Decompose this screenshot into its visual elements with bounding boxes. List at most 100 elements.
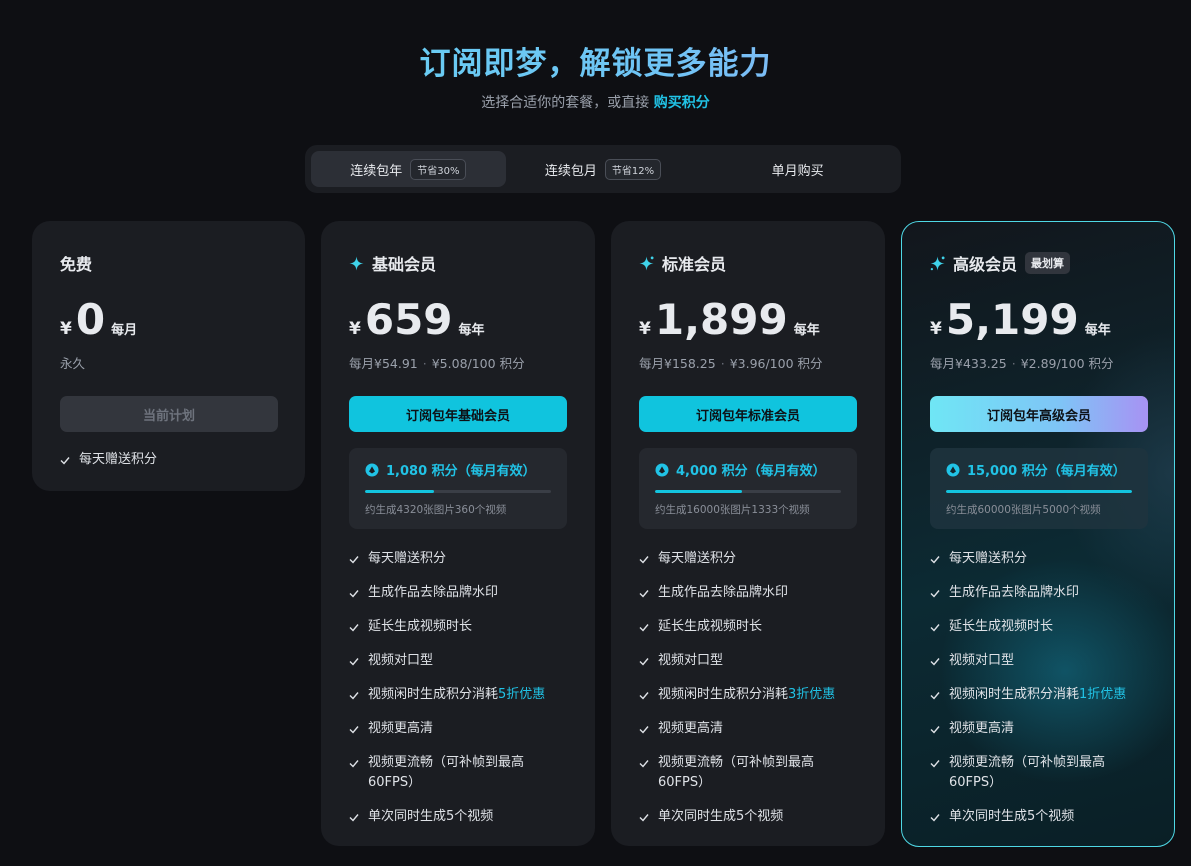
feature-text: 每天赠送积分	[949, 551, 1028, 566]
feature-text: 视频对口型	[949, 653, 1015, 668]
sparkle-icon	[349, 255, 364, 271]
feature-item: 视频更流畅（可补帧到最高60FPS）	[930, 753, 1146, 793]
coin-icon	[365, 463, 379, 476]
feature-item: 延长生成视频时长	[639, 617, 857, 637]
check-icon	[639, 624, 649, 632]
billing-tabs: 连续包年 节省30% 连续包月 节省12% 单月购买	[305, 145, 901, 193]
feature-list: 每天赠送积分 生成作品去除品牌水印 延长生成视频时长 视频对口型 视频闲时生成积…	[349, 549, 567, 827]
credits-panel: 1,080 积分（每月有效） 约生成4320张图片360个视频	[349, 448, 567, 529]
plan-name: 标准会员	[662, 255, 727, 274]
feature-text: 单次同时生成5个视频	[368, 809, 494, 824]
feature-text: 生成作品去除品牌水印	[658, 585, 789, 600]
feature-text-prefix: 视频闲时生成积分消耗	[949, 687, 1080, 702]
page-subtitle: 选择合适你的套餐，或直接 购买积分	[0, 92, 1191, 112]
feature-item: 视频对口型	[639, 651, 857, 671]
feature-item: 视频闲时生成积分消耗5折优惠	[349, 685, 567, 705]
coin-icon	[946, 463, 960, 476]
credits-amount: 4,000 积分（每月有效）	[676, 464, 826, 479]
plan-card-free: 免费 ¥ 0 每月 永久 当前计划 每天赠送积分	[32, 221, 305, 491]
tab-monthly[interactable]: 连续包月 节省12%	[506, 151, 701, 187]
price-note: 永久	[60, 356, 86, 371]
price-period: 每年	[1084, 323, 1111, 338]
plan-card-standard: 标准会员 ¥ 1,899 每年 每月¥158.25 · ¥3.96/100 积分 订…	[611, 221, 885, 846]
check-icon	[349, 814, 359, 822]
plan-name: 基础会员	[372, 255, 437, 274]
tab-label: 连续包年	[350, 163, 403, 179]
price-period: 每年	[458, 323, 485, 338]
check-icon	[930, 692, 940, 700]
feature-text: 延长生成视频时长	[949, 619, 1054, 634]
price-breakdown: 每月¥54.91 · ¥5.08/100 积分	[349, 353, 567, 372]
feature-text: 视频更高清	[949, 721, 1015, 736]
feature-text: 视频对口型	[658, 653, 724, 668]
check-icon	[639, 726, 649, 734]
feature-text: 生成作品去除品牌水印	[368, 585, 499, 600]
feature-item: 单次同时生成5个视频	[930, 807, 1146, 827]
price-breakdown: 每月¥433.25 · ¥2.89/100 积分	[930, 353, 1146, 372]
feature-text-prefix: 视频闲时生成积分消耗	[658, 687, 789, 702]
subscribe-premium-button[interactable]: 订阅包年高级会员	[930, 396, 1148, 432]
feature-text: 视频对口型	[368, 653, 434, 668]
pricing-page: 订阅即梦，解锁更多能力 选择合适你的套餐，或直接 购买积分 连续包年 节省30%…	[0, 0, 1191, 866]
credits-amount: 1,080 积分（每月有效）	[386, 464, 536, 479]
feature-list: 每天赠送积分 生成作品去除品牌水印 延长生成视频时长 视频对口型 视频闲时生成积…	[930, 549, 1146, 827]
price-amount: 0	[75, 295, 106, 344]
price-period: 每月	[111, 323, 138, 338]
discount-badge: 节省12%	[604, 158, 662, 180]
tab-label: 连续包月	[544, 163, 597, 179]
check-icon	[930, 726, 940, 734]
check-icon	[349, 760, 359, 768]
tab-single-month[interactable]: 单月购买	[700, 151, 895, 187]
feature-item: 单次同时生成5个视频	[639, 807, 857, 827]
currency-symbol: ¥	[349, 319, 361, 339]
credits-progress	[365, 490, 551, 493]
feature-text: 单次同时生成5个视频	[949, 809, 1075, 824]
tab-yearly[interactable]: 连续包年 节省30%	[311, 151, 506, 187]
plan-header: 基础会员	[349, 253, 567, 274]
best-value-badge: 最划算	[1025, 252, 1071, 274]
check-icon	[349, 624, 359, 632]
price-period: 每年	[793, 323, 820, 338]
separator-dot: ·	[1011, 356, 1016, 371]
check-icon	[60, 457, 70, 465]
feature-text: 每天赠送积分	[368, 551, 447, 566]
feature-item: 视频对口型	[930, 651, 1146, 671]
check-icon	[930, 658, 940, 666]
price-amount: 659	[364, 295, 453, 344]
check-icon	[639, 760, 649, 768]
subtitle-text: 选择合适你的套餐，或直接	[481, 95, 650, 111]
credits-estimate: 约生成16000张图片1333个视频	[655, 504, 810, 516]
plan-name: 高级会员	[953, 255, 1018, 274]
check-icon	[930, 556, 940, 564]
feature-text: 视频闲时生成积分消耗3折优惠	[658, 685, 835, 705]
feature-item: 生成作品去除品牌水印	[349, 583, 567, 603]
feature-text: 视频更高清	[368, 721, 434, 736]
currency-symbol: ¥	[639, 319, 651, 339]
check-icon	[639, 692, 649, 700]
price-amount: 1,899	[654, 295, 788, 344]
credits-estimate: 约生成60000张图片5000个视频	[946, 504, 1101, 516]
sparkle-icon	[639, 255, 654, 271]
price: ¥ 5,199 每年	[930, 297, 1146, 343]
feature-text: 单次同时生成5个视频	[658, 809, 784, 824]
feature-item: 每天赠送积分	[60, 450, 277, 470]
subscribe-basic-button[interactable]: 订阅包年基础会员	[349, 396, 567, 432]
check-icon	[930, 624, 940, 632]
check-icon	[349, 692, 359, 700]
discount-highlight: 5折优惠	[498, 687, 546, 702]
feature-item: 每天赠送积分	[930, 549, 1146, 569]
subscribe-standard-button[interactable]: 订阅包年标准会员	[639, 396, 857, 432]
credits-amount: 15,000 积分（每月有效）	[967, 464, 1126, 479]
plan-name: 免费	[60, 255, 93, 274]
current-plan-button[interactable]: 当前计划	[60, 396, 278, 432]
check-icon	[349, 556, 359, 564]
buy-credits-link[interactable]: 购买积分	[654, 95, 710, 111]
check-icon	[639, 590, 649, 598]
credits-progress-fill	[365, 490, 434, 493]
currency-symbol: ¥	[60, 319, 72, 339]
plan-card-basic: 基础会员 ¥ 659 每年 每月¥54.91 · ¥5.08/100 积分 订阅包年…	[321, 221, 595, 846]
price-amount: 5,199	[945, 295, 1079, 344]
monthly-price: 每月¥433.25	[930, 356, 1007, 371]
monthly-price: 每月¥54.91	[349, 356, 418, 371]
feature-text: 生成作品去除品牌水印	[949, 585, 1080, 600]
